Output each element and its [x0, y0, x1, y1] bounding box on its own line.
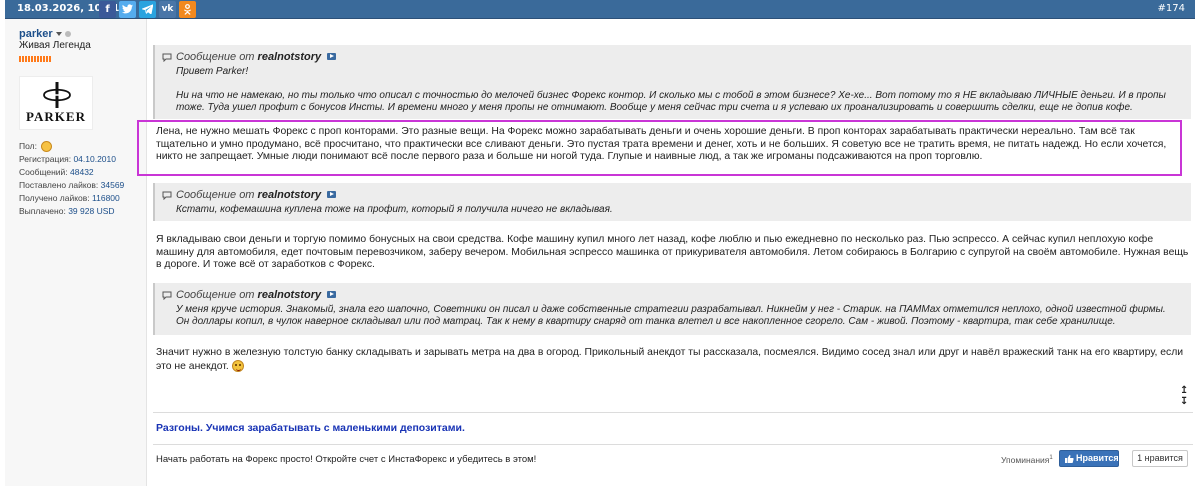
parker-logo-icon — [43, 82, 71, 108]
user-title: Живая Легенда — [19, 40, 91, 51]
footer-divider — [153, 444, 1193, 445]
quote-icon — [162, 291, 172, 300]
view-post-arrow-icon[interactable] — [327, 190, 337, 198]
registration-label: Регистрация: — [19, 154, 72, 164]
post-header-bar: 18.03.2026, 10:51 f vk #174 — [5, 0, 1195, 19]
quote-header-prefix: Сообщение от — [176, 51, 255, 63]
mentions-label: Упоминания — [1001, 455, 1050, 465]
quote-header: Сообщение от realnotstory — [162, 50, 1181, 64]
twitter-icon[interactable] — [119, 1, 136, 18]
post-body: Сообщение от realnotstory Привет Parker!… — [137, 19, 1195, 486]
quote-icon — [162, 191, 172, 200]
avatar-brand-text: PARKER — [26, 109, 86, 124]
like-count-badge[interactable]: 1 нравится — [1132, 450, 1188, 467]
post-text: Значит нужно в железную толстую банку ск… — [156, 347, 1191, 373]
male-smiley-icon — [41, 141, 53, 153]
messages-label: Сообщений: — [19, 167, 68, 177]
user-stats: Пол: Регистрация: 04.10.2010 Сообщений: … — [19, 140, 147, 218]
paid-label: Выплачено: — [19, 206, 66, 216]
facebook-icon[interactable]: f — [99, 1, 116, 18]
likes-given-count[interactable]: 34569 — [101, 180, 125, 190]
user-menu-caret-icon[interactable] — [56, 32, 62, 36]
user-info-panel: parker Живая Легенда PARKER Пол: Регистр… — [5, 19, 147, 486]
scroll-controls: ↥ ↧ — [1180, 385, 1188, 407]
signature-link[interactable]: Разгоны. Учимся зарабатывать с маленьким… — [156, 422, 465, 434]
thumbs-up-icon — [1065, 455, 1074, 463]
scroll-down-icon[interactable]: ↧ — [1180, 396, 1188, 407]
quote-author: realnotstory — [257, 51, 322, 63]
post-text-highlighted: Лена, не нужно мешать Форекс с проп конт… — [156, 126, 1167, 162]
quote-block: Сообщение от realnotstory Кстати, кофема… — [153, 183, 1191, 221]
quote-text-line2: Он доллары копил, в чулок наверное склад… — [176, 316, 1116, 327]
quote-header-prefix: Сообщение от — [176, 189, 255, 201]
telegram-icon[interactable] — [139, 1, 156, 18]
username-link[interactable]: parker — [19, 28, 53, 40]
quote-header-prefix: Сообщение от — [176, 289, 255, 301]
quote-header: Сообщение от realnotstory — [162, 288, 1181, 302]
quote-author: realnotstory — [257, 189, 322, 201]
quote-icon — [162, 53, 172, 62]
registration-date: 04.10.2010 — [73, 154, 116, 164]
quote-greeting: Привет Parker! — [176, 66, 249, 77]
view-post-arrow-icon[interactable] — [327, 290, 337, 298]
vk-icon[interactable]: vk — [159, 1, 176, 18]
post-number-link[interactable]: #174 — [1158, 3, 1185, 14]
likes-received-label: Получено лайков: — [19, 193, 90, 203]
quote-block: Сообщение от realnotstory У меня круче и… — [153, 283, 1191, 335]
laughing-smiley-icon — [231, 359, 244, 372]
post-text: Я вкладываю свои деньги и торгую помимо … — [156, 234, 1189, 270]
quote-text-line1: У меня круче история. Знакомый, знала ег… — [176, 304, 1166, 315]
paid-amount[interactable]: 39 928 USD — [68, 206, 114, 216]
offline-status-icon — [65, 31, 71, 37]
messages-count[interactable]: 48432 — [70, 167, 94, 177]
odnoklassniki-icon[interactable] — [179, 1, 196, 18]
like-button[interactable]: Нравится — [1059, 450, 1119, 467]
quote-text: Ни на что не намекаю, но ты только что о… — [176, 90, 1166, 113]
likes-given-label: Поставлено лайков: — [19, 180, 99, 190]
footer-promo-text: Начать работать на Форекс просто! Открой… — [156, 454, 537, 465]
post-text-content: Значит нужно в железную толстую банку ск… — [156, 347, 1184, 372]
mentions-count: 1 — [1049, 455, 1053, 462]
reputation-bar — [19, 56, 52, 62]
likes-received-count[interactable]: 116800 — [92, 193, 120, 203]
signature-divider — [153, 412, 1193, 413]
mentions-link[interactable]: Упоминания1 — [1001, 455, 1053, 465]
quote-block: Сообщение от realnotstory Привет Parker!… — [153, 45, 1191, 119]
quote-author: realnotstory — [257, 289, 322, 301]
avatar[interactable]: PARKER — [19, 76, 93, 130]
quote-text: Кстати, кофемашина куплена тоже на профи… — [176, 204, 613, 215]
view-post-arrow-icon[interactable] — [327, 52, 337, 60]
quote-header: Сообщение от realnotstory — [162, 188, 1181, 202]
gender-label: Пол: — [19, 141, 37, 151]
like-button-label: Нравится — [1076, 453, 1119, 463]
scroll-up-icon[interactable]: ↥ — [1180, 385, 1188, 396]
